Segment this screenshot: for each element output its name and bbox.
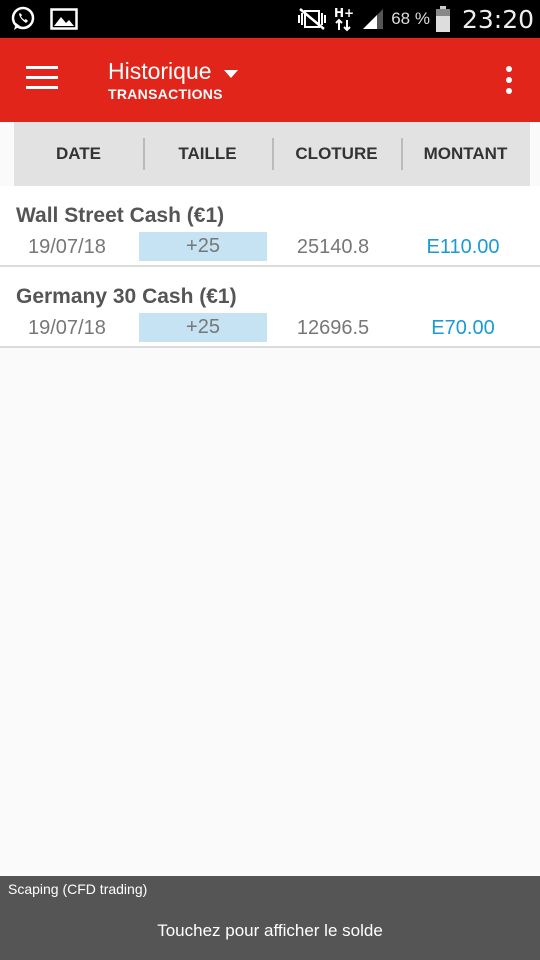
transaction-amount: E110.00 bbox=[426, 236, 500, 258]
hplus-data-icon: H+ bbox=[333, 5, 355, 33]
column-header-date[interactable]: DATE bbox=[14, 122, 143, 186]
balance-bar[interactable]: Scaping (CFD trading) Touchez pour affic… bbox=[0, 876, 540, 960]
page-subtitle: TRANSACTIONS bbox=[108, 86, 223, 102]
transaction-date: 19/07/18 bbox=[28, 317, 106, 339]
transaction-row[interactable]: Germany 30 Cash (€1) 19/07/18 +25 12696.… bbox=[0, 267, 540, 348]
dropdown-caret-icon bbox=[223, 69, 238, 78]
transaction-date: 19/07/18 bbox=[28, 236, 106, 258]
clock: 23:20 bbox=[461, 4, 534, 34]
whatsapp-icon bbox=[10, 6, 36, 32]
signal-icon bbox=[361, 7, 385, 31]
instrument-name: Germany 30 Cash (€1) bbox=[16, 285, 237, 308]
battery-icon bbox=[435, 6, 450, 32]
closing-price: 25140.8 bbox=[296, 236, 370, 258]
transaction-row[interactable]: Wall Street Cash (€1) 19/07/18 +25 25140… bbox=[0, 186, 540, 267]
app-bar: Historique TRANSACTIONS bbox=[0, 38, 540, 122]
image-icon bbox=[50, 8, 78, 30]
transaction-size: +25 bbox=[139, 232, 267, 261]
status-bar: H+ 68 % 23:20 bbox=[0, 0, 540, 38]
closing-price: 12696.5 bbox=[296, 317, 370, 339]
column-header-size[interactable]: TAILLE bbox=[143, 122, 272, 186]
column-header-amount[interactable]: MONTANT bbox=[401, 122, 530, 186]
page-title: Historique bbox=[108, 58, 212, 84]
transaction-list: Wall Street Cash (€1) 19/07/18 +25 25140… bbox=[0, 186, 540, 348]
overflow-menu-icon[interactable] bbox=[504, 66, 514, 94]
battery-percentage: 68 % bbox=[391, 9, 430, 28]
show-balance-hint: Touchez pour afficher le solde bbox=[157, 921, 383, 940]
instrument-name: Wall Street Cash (€1) bbox=[16, 204, 225, 227]
hamburger-menu-icon[interactable] bbox=[26, 66, 58, 92]
column-header-bar: DATE TAILLE CLOTURE MONTANT bbox=[14, 122, 530, 186]
transaction-amount: E70.00 bbox=[431, 317, 495, 339]
mute-vibrate-icon bbox=[297, 7, 327, 31]
account-name: Scaping (CFD trading) bbox=[8, 881, 148, 897]
transaction-size: +25 bbox=[139, 313, 267, 342]
view-selector[interactable]: Historique TRANSACTIONS bbox=[108, 58, 238, 102]
svg-text:H+: H+ bbox=[334, 6, 354, 20]
column-header-close[interactable]: CLOTURE bbox=[272, 122, 401, 186]
